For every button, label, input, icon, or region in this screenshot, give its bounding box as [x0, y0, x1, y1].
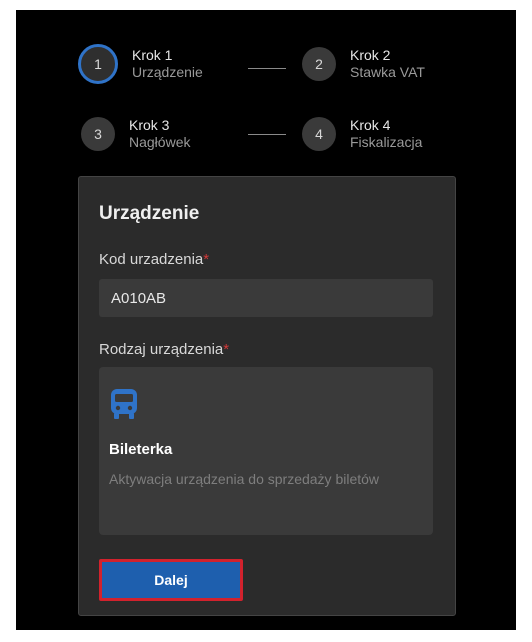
device-code-input[interactable]	[99, 279, 433, 317]
device-form-card: Urządzenie Kod urzadzenia* Rodzaj urządz…	[78, 176, 456, 616]
device-type-label-text: Rodzaj urządzenia	[99, 341, 224, 358]
step-1-circle: 1	[78, 44, 118, 84]
step-3-title: Krok 3	[129, 117, 170, 133]
device-type-option-bileterka[interactable]: Bileterka Aktywacja urządzenia do sprzed…	[99, 367, 433, 535]
device-code-label: Kod urzadzenia*	[99, 251, 209, 268]
device-type-label: Rodzaj urządzenia*	[99, 341, 229, 358]
required-mark: *	[223, 341, 230, 358]
next-button[interactable]: Dalej	[99, 559, 243, 601]
step-3[interactable]: 3 Krok 3 Nagłówek	[81, 117, 190, 151]
device-code-label-text: Kod urzadzenia	[99, 251, 204, 268]
step-connector-3-4	[248, 134, 286, 135]
bus-icon	[109, 387, 139, 426]
option-description: Aktywacja urządzenia do sprzedaży biletó…	[109, 471, 380, 487]
step-3-subtitle: Nagłówek	[129, 134, 191, 150]
step-1-title: Krok 1	[132, 47, 173, 63]
step-4-subtitle: Fiskalizacja	[350, 134, 423, 150]
step-4-circle: 4	[302, 117, 336, 151]
step-2-title: Krok 2	[350, 47, 391, 63]
option-name: Bileterka	[109, 441, 173, 458]
step-2-circle: 2	[302, 47, 336, 81]
step-1-subtitle: Urządzenie	[132, 64, 203, 80]
step-4[interactable]: 4 Krok 4 Fiskalizacja	[302, 117, 422, 151]
required-mark: *	[203, 251, 210, 268]
step-2-subtitle: Stawka VAT	[350, 64, 425, 80]
step-connector-1-2	[248, 68, 286, 69]
form-title: Urządzenie	[99, 203, 200, 224]
step-3-circle: 3	[81, 117, 115, 151]
step-4-title: Krok 4	[350, 117, 391, 133]
step-1[interactable]: 1 Krok 1 Urządzenie	[78, 44, 203, 84]
step-2[interactable]: 2 Krok 2 Stawka VAT	[302, 47, 425, 81]
